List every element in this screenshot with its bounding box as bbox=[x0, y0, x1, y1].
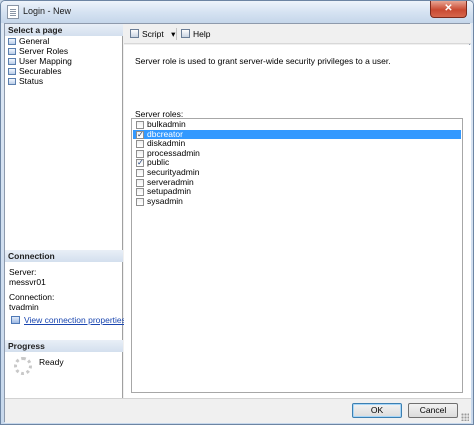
properties-icon bbox=[11, 316, 20, 324]
role-checkbox-checked[interactable]: ✓ bbox=[136, 159, 144, 168]
role-row-processadmin[interactable]: processadmin bbox=[133, 148, 461, 159]
connection-header: Connection bbox=[5, 250, 123, 262]
role-checkbox[interactable] bbox=[136, 178, 144, 187]
page-description: Server role is used to grant server-wide… bbox=[135, 56, 391, 66]
window-title: Login - New bbox=[23, 6, 72, 16]
toolbar-separator bbox=[176, 28, 177, 40]
page-icon bbox=[8, 48, 16, 55]
role-checkbox[interactable] bbox=[136, 121, 144, 129]
page-icon bbox=[8, 38, 16, 45]
progress-status: Ready bbox=[39, 357, 64, 367]
select-page-header: Select a page bbox=[5, 24, 123, 36]
page-item-label: Securables bbox=[19, 66, 62, 76]
page-item-label: Status bbox=[19, 76, 44, 86]
resize-grip-icon[interactable] bbox=[461, 413, 469, 421]
role-checkbox[interactable] bbox=[136, 149, 144, 158]
progress-spinner-icon bbox=[14, 357, 32, 375]
page-icon bbox=[8, 58, 16, 65]
page-item-label: User Mapping bbox=[19, 56, 72, 66]
role-row-sysadmin[interactable]: sysadmin bbox=[133, 195, 461, 207]
server-roles-list[interactable]: bulkadmin ✓ dbcreator diskadmin processad… bbox=[131, 118, 463, 393]
page-icon bbox=[8, 78, 16, 85]
toolbar: Script ▾ Help bbox=[124, 24, 471, 44]
title-bar[interactable]: Login - New ✕ bbox=[1, 1, 473, 23]
dialog-client-area: Select a page General Server Roles User … bbox=[4, 23, 471, 423]
script-label: Script bbox=[142, 29, 164, 39]
help-button[interactable]: Help bbox=[181, 28, 210, 40]
script-icon bbox=[130, 29, 139, 38]
progress-header: Progress bbox=[5, 340, 123, 352]
script-button[interactable]: Script ▾ bbox=[130, 28, 175, 40]
button-bar: OK Cancel bbox=[5, 398, 471, 423]
connection-label: Connection: bbox=[9, 292, 55, 302]
left-pane: Select a page General Server Roles User … bbox=[5, 24, 126, 398]
page-item-server-roles[interactable]: Server Roles bbox=[8, 46, 68, 56]
role-checkbox[interactable] bbox=[136, 188, 144, 197]
page-icon bbox=[8, 68, 16, 75]
page-item-label: General bbox=[19, 36, 50, 46]
document-icon bbox=[7, 5, 19, 19]
page-item-user-mapping[interactable]: User Mapping bbox=[8, 56, 72, 66]
chevron-down-icon[interactable]: ▾ bbox=[171, 29, 175, 39]
role-checkbox[interactable] bbox=[136, 140, 144, 149]
server-label: Server: bbox=[9, 267, 37, 277]
role-name: sysadmin bbox=[147, 195, 183, 206]
ok-button[interactable]: OK bbox=[352, 403, 402, 418]
page-item-general[interactable]: General bbox=[8, 36, 49, 46]
page-item-securables[interactable]: Securables bbox=[8, 66, 62, 76]
connection-value: tvadmin bbox=[9, 302, 39, 312]
close-window-button[interactable]: ✕ bbox=[430, 1, 467, 18]
view-connection-properties-link[interactable]: View connection properties bbox=[24, 315, 126, 325]
login-new-dialog: Login - New ✕ Select a page General Serv… bbox=[0, 0, 474, 425]
server-roles-page: Server role is used to grant server-wide… bbox=[124, 45, 471, 398]
page-item-status[interactable]: Status bbox=[8, 76, 43, 86]
help-label: Help bbox=[193, 29, 211, 39]
server-value: messvr01 bbox=[9, 277, 46, 287]
role-checkbox-checked[interactable]: ✓ bbox=[136, 130, 144, 139]
role-checkbox[interactable] bbox=[136, 169, 144, 177]
help-icon bbox=[181, 29, 190, 38]
view-connection-properties[interactable]: View connection properties bbox=[11, 315, 126, 325]
page-item-label: Server Roles bbox=[19, 46, 69, 56]
role-checkbox[interactable] bbox=[136, 197, 144, 206]
cancel-button[interactable]: Cancel bbox=[408, 403, 458, 418]
